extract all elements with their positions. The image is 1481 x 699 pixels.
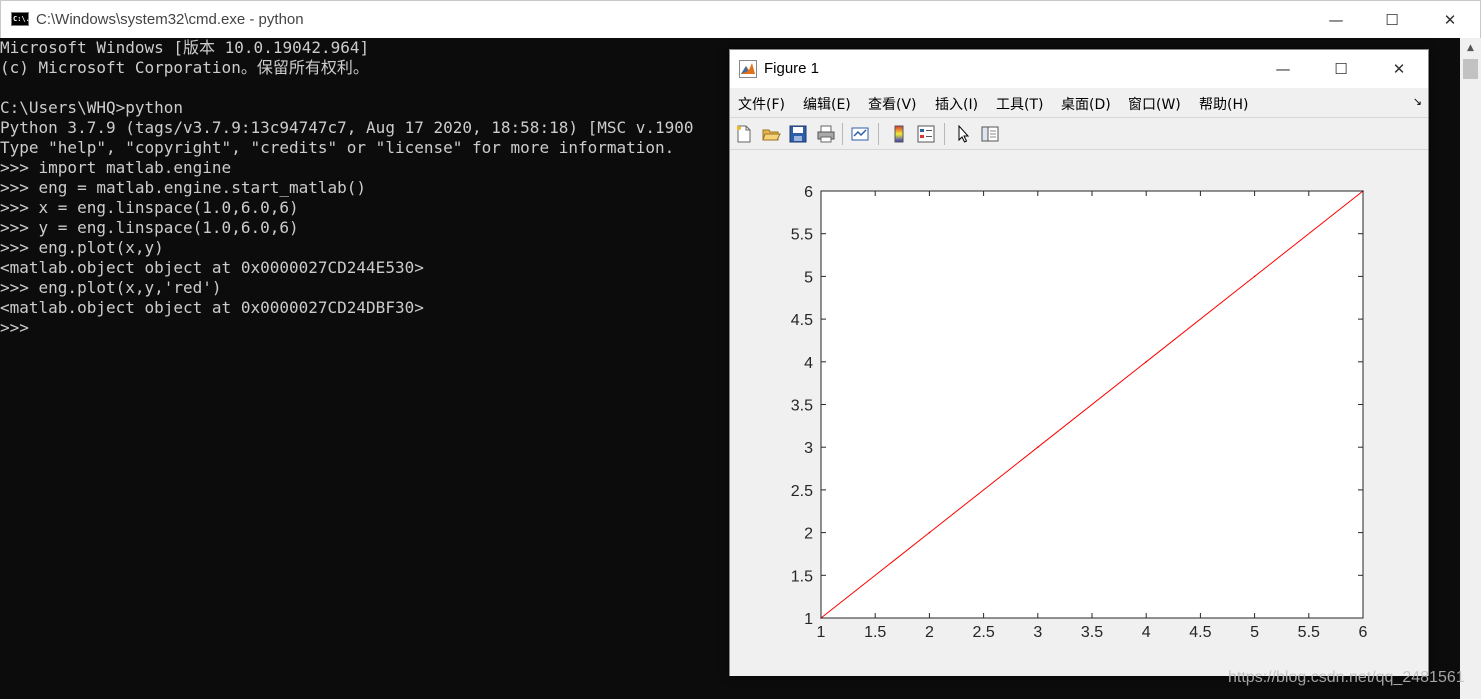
figure-title-bar[interactable]: Figure 1 — ☐ ✕ <box>730 50 1428 88</box>
new-figure-icon[interactable] <box>734 124 754 144</box>
save-icon[interactable] <box>788 124 808 144</box>
figure-window[interactable]: Figure 1 — ☐ ✕ 文件(F) 编辑(E) 查看(V) 插入(I) 工… <box>729 49 1429 676</box>
menu-insert[interactable]: 插入(I) <box>935 94 978 114</box>
figure-minimize-button[interactable]: — <box>1254 50 1312 88</box>
y-tick-label: 3 <box>804 440 813 457</box>
menu-file[interactable]: 文件(F) <box>738 94 785 114</box>
x-tick-label: 2 <box>925 624 934 641</box>
y-tick-label: 2 <box>804 526 813 543</box>
toolbar-separator <box>944 123 945 145</box>
figure-canvas[interactable]: 1 1.5 2 2.5 3 3.5 4 4.5 5 5.5 6 1 1.5 2 2.5 3 3.5 4 4.5 5 5.… <box>730 150 1428 676</box>
watermark: https://blog.csdn.net/qq_2481561 <box>1228 669 1465 686</box>
menu-help[interactable]: 帮助(H) <box>1199 94 1248 114</box>
menu-desktop[interactable]: 桌面(D) <box>1061 94 1111 114</box>
data-point <box>1037 446 1039 449</box>
x-tick-label: 4.5 <box>1189 624 1211 641</box>
data-point <box>1145 361 1147 363</box>
figure-maximize-button[interactable]: ☐ <box>1312 50 1370 88</box>
scroll-thumb[interactable] <box>1463 59 1478 79</box>
link-plot-icon[interactable] <box>850 124 870 144</box>
toolbar-separator <box>842 123 843 145</box>
figure-close-button[interactable]: ✕ <box>1370 50 1428 88</box>
pointer-icon[interactable] <box>954 124 974 144</box>
cmd-scrollbar[interactable]: ▲ <box>1460 38 1481 699</box>
menu-view[interactable]: 查看(V) <box>868 94 917 114</box>
cmd-maximize-button[interactable]: ☐ <box>1363 1 1421 39</box>
menu-window[interactable]: 窗口(W) <box>1128 94 1181 114</box>
print-icon[interactable] <box>816 124 836 144</box>
menu-edit[interactable]: 编辑(E) <box>803 94 851 114</box>
x-tick-label: 5.5 <box>1298 624 1320 641</box>
cmd-icon: C:\. <box>11 12 30 26</box>
x-tick-label: 3.5 <box>1081 624 1103 641</box>
scroll-up-arrow-icon[interactable]: ▲ <box>1460 38 1481 58</box>
cmd-window-title: C:\Windows\system32\cmd.exe - python <box>36 11 304 28</box>
open-file-icon[interactable] <box>761 124 781 144</box>
plot-axes[interactable]: 1 1.5 2 2.5 3 3.5 4 4.5 5 5.5 6 1 1.5 2 2.5 3 3.5 4 4.5 5 5.… <box>791 184 1368 641</box>
menu-tools[interactable]: 工具(T) <box>996 94 1043 114</box>
property-editor-icon[interactable] <box>980 124 1000 144</box>
toolbar-separator <box>878 123 879 145</box>
y-tick-label: 1 <box>804 611 813 628</box>
y-tick-label: 3.5 <box>791 398 813 415</box>
x-tick-label: 5 <box>1250 624 1259 641</box>
y-tick-label: 2.5 <box>791 483 813 500</box>
y-tick-label: 1.5 <box>791 568 813 585</box>
y-tick-label: 4.5 <box>791 312 813 329</box>
matlab-icon <box>739 60 757 78</box>
figure-title: Figure 1 <box>764 60 820 77</box>
colorbar-icon[interactable] <box>889 124 909 144</box>
y-tick-label: 5.5 <box>791 227 813 244</box>
figure-toolbar <box>730 117 1428 150</box>
x-tick-label: 2.5 <box>972 624 994 641</box>
y-tick-label: 4 <box>804 355 813 372</box>
x-tick-label: 6 <box>1359 624 1368 641</box>
x-tick-label: 1.5 <box>864 624 886 641</box>
menu-overflow-icon[interactable]: ↘ <box>1413 95 1422 108</box>
x-tick-label: 1 <box>817 624 826 641</box>
cmd-minimize-button[interactable]: — <box>1307 1 1365 39</box>
y-tick-label: 6 <box>804 184 813 201</box>
y-tick-label: 5 <box>804 269 813 286</box>
cmd-close-button[interactable]: ✕ <box>1421 1 1479 39</box>
figure-menu-bar: 文件(F) 编辑(E) 查看(V) 插入(I) 工具(T) 桌面(D) 窗口(W… <box>730 88 1428 116</box>
x-tick-label: 4 <box>1142 624 1151 641</box>
data-point <box>928 531 931 534</box>
cmd-title-bar[interactable]: C:\. C:\Windows\system32\cmd.exe - pytho… <box>0 0 1481 38</box>
x-tick-label: 3 <box>1033 624 1042 641</box>
data-point <box>1253 275 1256 278</box>
legend-icon[interactable] <box>916 124 936 144</box>
